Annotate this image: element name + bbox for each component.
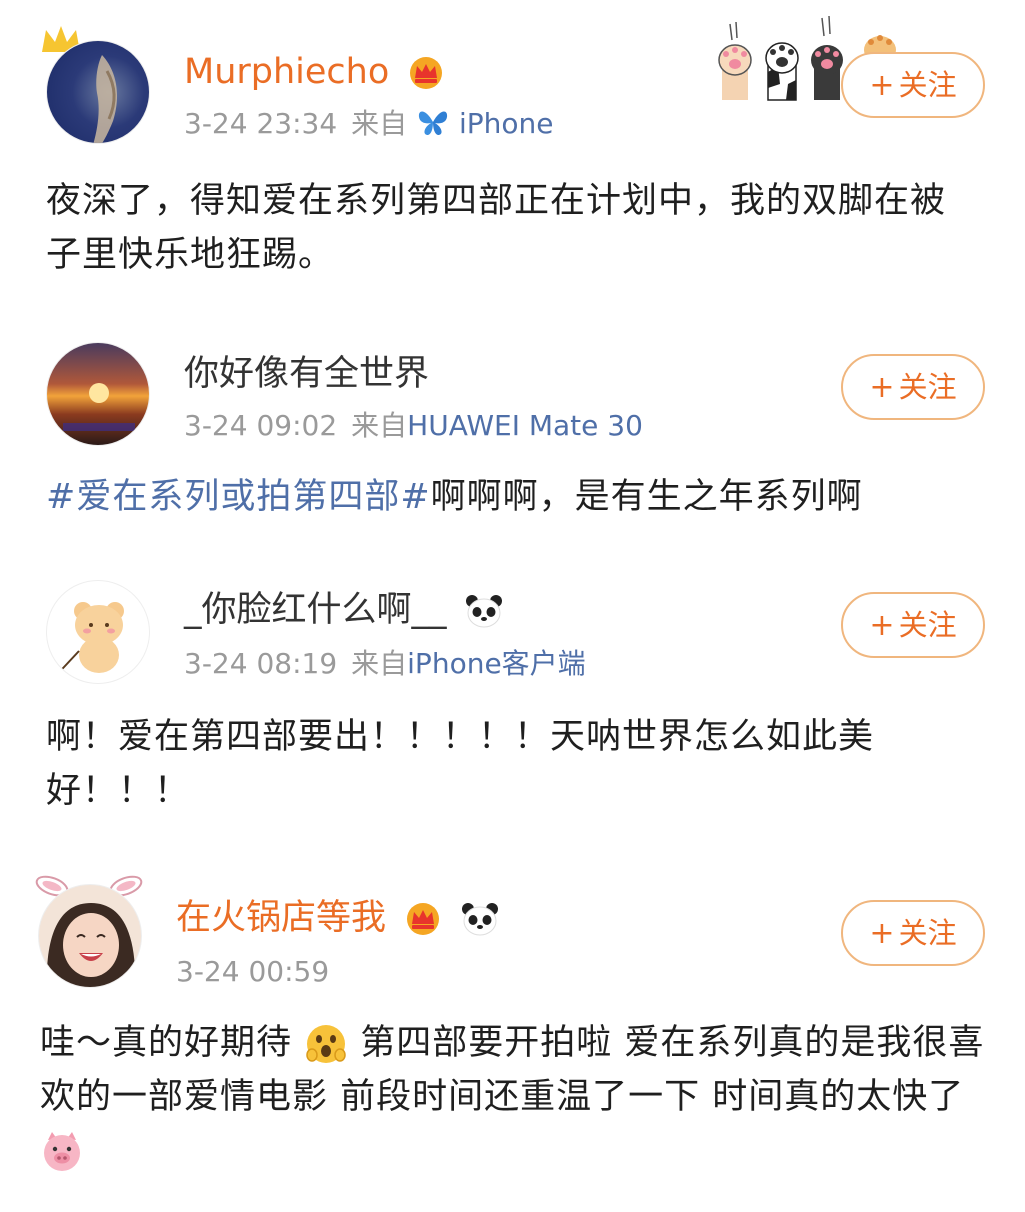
- follow-button[interactable]: + 关注: [841, 900, 985, 966]
- panda-icon: [462, 903, 499, 936]
- post-4: 在火锅店等我 3-24 00:59 + 关注 哇～真的好期待 第四部要开拍啦 爱在…: [0, 840, 1025, 1212]
- post-3: _你脸红什么啊__ 3-24 08:19 来自iPhone客户端 + 关注 啊！爱在…: [0, 540, 1025, 840]
- post-source[interactable]: HUAWEI Mate 30: [407, 409, 643, 442]
- shocked-face-icon: [306, 1025, 346, 1063]
- panda-icon: [465, 595, 502, 628]
- source-prefix: 来自: [351, 647, 408, 680]
- follow-button[interactable]: + 关注: [841, 592, 985, 658]
- avatar-figure: [93, 55, 118, 143]
- plus-icon: +: [869, 608, 895, 643]
- bear-avatar: [50, 602, 124, 682]
- post-time: 3-24 08:19: [184, 647, 338, 680]
- plus-icon: +: [869, 916, 895, 951]
- post-1: Murphiecho 3-24 23:34 来自 iPhone + 关注 夜深了…: [0, 0, 1025, 300]
- username[interactable]: Murphiecho: [184, 50, 446, 94]
- butterfly-icon: [418, 111, 448, 135]
- post-time: 3-24 09:02: [184, 409, 338, 442]
- post-content: 夜深了，得知爱在系列第四部正在计划中，我的双脚在被子里快乐地狂踢。: [46, 181, 947, 275]
- plus-icon: +: [869, 68, 895, 103]
- hashtag-link[interactable]: #爱在系列或拍第四部#: [46, 477, 431, 517]
- post-source[interactable]: iPhone客户端: [407, 647, 586, 680]
- avatar[interactable]: [46, 580, 150, 684]
- post-content: 哇～真的好期待 第四部要开拍啦 爱在系列真的是我很喜欢的一部爱情电影 前段时间还…: [40, 1016, 990, 1178]
- girl-avatar: [46, 903, 136, 987]
- post-text-part1: 哇～真的好期待: [40, 1023, 293, 1063]
- avatar[interactable]: [46, 40, 150, 144]
- post-meta: 3-24 00:59: [176, 954, 329, 990]
- source-prefix: 来自: [351, 107, 408, 140]
- post-text: 啊啊啊，是有生之年系列啊: [430, 477, 863, 517]
- username[interactable]: 你好像有全世界: [184, 352, 429, 396]
- post-content: #爱在系列或拍第四部#啊啊啊，是有生之年系列啊: [46, 470, 981, 524]
- source-prefix: 来自: [351, 409, 408, 442]
- follow-button[interactable]: + 关注: [841, 354, 985, 420]
- post-source[interactable]: iPhone: [459, 107, 554, 140]
- avatar[interactable]: [46, 342, 150, 446]
- username[interactable]: 在火锅店等我: [176, 896, 500, 940]
- avatar[interactable]: [38, 884, 142, 988]
- post-time: 3-24 00:59: [176, 955, 330, 988]
- username[interactable]: _你脸红什么啊__: [184, 588, 504, 632]
- plus-icon: +: [869, 370, 895, 405]
- post-meta: 3-24 23:34 来自 iPhone: [184, 106, 553, 142]
- post-time: 3-24 23:34: [184, 107, 338, 140]
- post-2: 你好像有全世界 3-24 09:02 来自HUAWEI Mate 30 + 关注 #…: [0, 300, 1025, 540]
- pig-icon: [44, 1132, 80, 1171]
- avatar-sunset: [63, 383, 135, 431]
- follow-button[interactable]: + 关注: [841, 52, 985, 118]
- post-meta: 3-24 08:19 来自iPhone客户端: [184, 646, 586, 682]
- crown-badge-icon: [410, 57, 443, 89]
- post-meta: 3-24 09:02 来自HUAWEI Mate 30: [184, 408, 643, 444]
- post-content: 啊！爱在第四部要出！！！！！天呐世界怎么如此美好！！！: [46, 717, 875, 811]
- crown-badge-icon: [407, 903, 440, 935]
